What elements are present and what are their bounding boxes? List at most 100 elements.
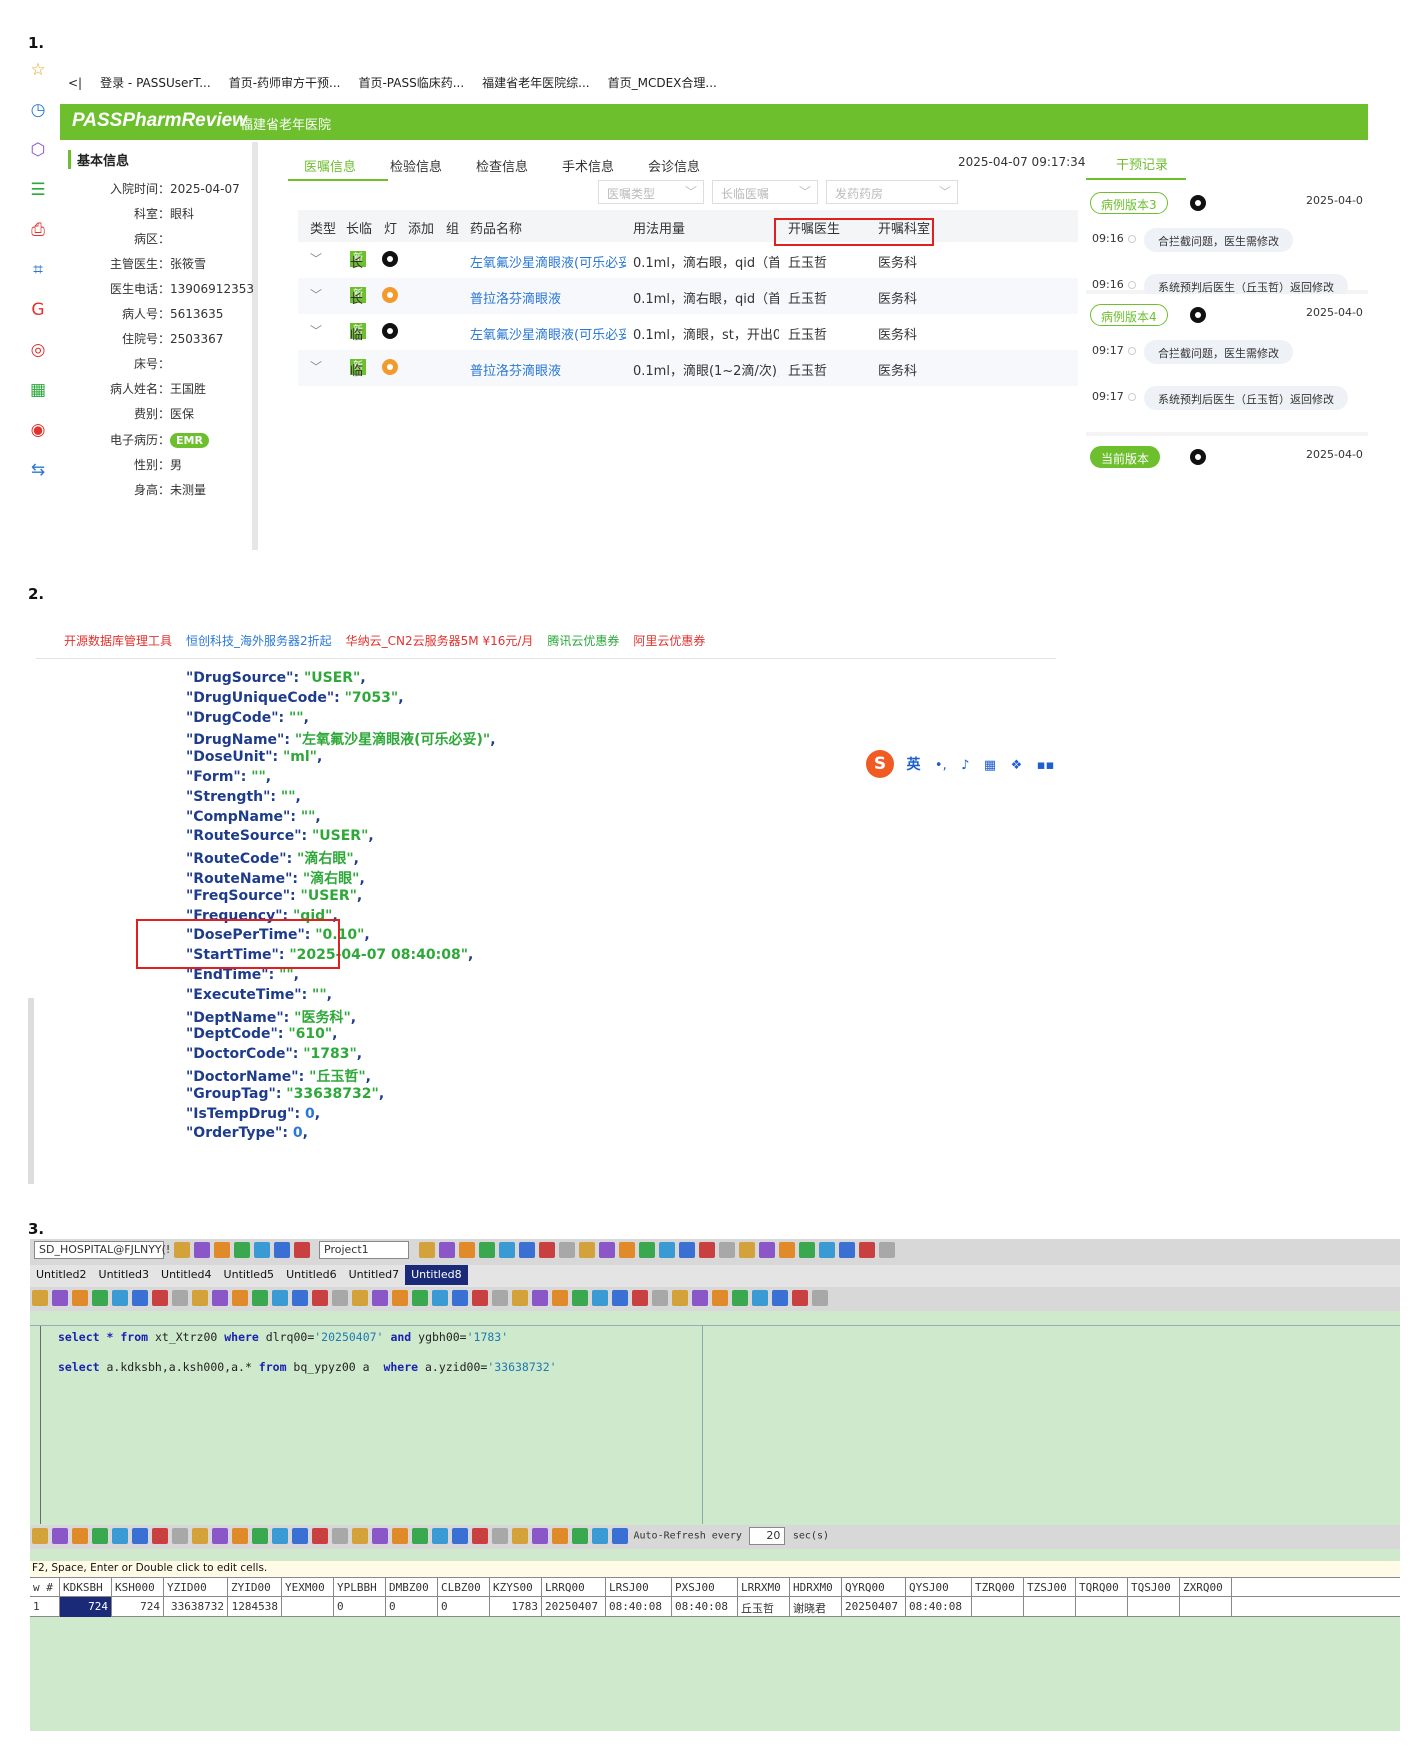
toolbar-button-icon[interactable]	[332, 1290, 348, 1306]
grid-column-header[interactable]: YZID00	[164, 1578, 228, 1598]
toolbar-button-icon[interactable]	[92, 1290, 108, 1306]
doc-tab[interactable]: Untitled4	[155, 1265, 218, 1285]
chevron-down-icon[interactable]: ﹀	[310, 286, 322, 303]
toolbar-button-icon[interactable]	[512, 1528, 528, 1544]
grid-cell[interactable]: 1284538	[228, 1597, 282, 1617]
bookmark-item[interactable]: 首页-药师审方干预...	[229, 76, 341, 90]
toolbar-button-icon[interactable]	[32, 1290, 48, 1306]
toolbar-button-icon[interactable]	[598, 1242, 615, 1258]
grid-column-header[interactable]: KZYS00	[490, 1578, 542, 1598]
microphone-icon[interactable]: ♪	[961, 758, 969, 773]
project-select[interactable]: Project1	[319, 1241, 409, 1259]
toolbar-button-icon[interactable]	[592, 1528, 608, 1544]
toolbar-button-icon[interactable]	[638, 1242, 655, 1258]
ad-link[interactable]: 华纳云_CN2云服务器5M ¥16元/月	[346, 634, 534, 648]
grid-column-header[interactable]: QYSJ00	[906, 1578, 972, 1598]
tab-0[interactable]: 医嘱信息	[304, 156, 356, 175]
toolbar-button-icon[interactable]	[752, 1290, 768, 1306]
order-row[interactable]: ﹀ 新临左氧氟沙星滴眼液(可乐必妥 0.1ml，滴眼，st，开出0... 丘玉哲 医务科	[298, 314, 1078, 350]
grid-cell[interactable]: 08:40:08	[672, 1597, 738, 1617]
toolbar-button-icon[interactable]	[352, 1290, 368, 1306]
record-icon[interactable]: ◎	[28, 340, 48, 360]
grid-column-header[interactable]: YPLBBH	[334, 1578, 386, 1598]
grid-cell[interactable]: 08:40:08	[906, 1597, 972, 1617]
toolbar-button-icon[interactable]	[232, 1528, 248, 1544]
grid-cell[interactable]: 724	[112, 1597, 164, 1617]
toolbar-button-icon[interactable]	[612, 1290, 628, 1306]
doc-tab[interactable]: Untitled6	[280, 1265, 343, 1285]
translate-icon[interactable]: ⇆	[28, 460, 48, 480]
drug-name-link[interactable]: 左氧氟沙星滴眼液(可乐必妥	[470, 324, 626, 343]
toolbar-button-icon[interactable]	[558, 1242, 575, 1258]
toolbar-button-icon[interactable]	[438, 1242, 455, 1258]
toolbar-button-icon[interactable]	[192, 1290, 208, 1306]
history-icon[interactable]: ◷	[28, 100, 48, 120]
grid-column-header[interactable]: YEXM00	[282, 1578, 334, 1598]
toolbar-button-icon[interactable]	[273, 1242, 290, 1258]
toolbar-button-icon[interactable]	[232, 1290, 248, 1306]
toolbar-button-icon[interactable]	[572, 1528, 588, 1544]
version-badge[interactable]: 病例版本4	[1090, 304, 1168, 326]
toolbar-button-icon[interactable]	[173, 1242, 190, 1258]
pdf-icon[interactable]: ⎙	[28, 220, 48, 240]
grid-cell[interactable]	[972, 1597, 1024, 1617]
auto-refresh-interval[interactable]: 20	[749, 1527, 786, 1545]
toolbar-button-icon[interactable]	[252, 1290, 268, 1306]
connection-select[interactable]: SD_HOSPITAL@FJLNYY(!	[34, 1241, 170, 1259]
toolbar-button-icon[interactable]	[293, 1242, 310, 1258]
toolbar-button-icon[interactable]	[492, 1528, 508, 1544]
grid-cell[interactable]: 0	[334, 1597, 386, 1617]
toolbar-button-icon[interactable]	[312, 1290, 328, 1306]
toolbar-button-icon[interactable]	[818, 1242, 835, 1258]
toolbar-button-icon[interactable]	[552, 1528, 568, 1544]
doc-tab[interactable]: Untitled5	[218, 1265, 281, 1285]
toolbar-button-icon[interactable]	[538, 1242, 555, 1258]
toolbar-button-icon[interactable]	[372, 1528, 388, 1544]
star-icon[interactable]: ☆	[28, 60, 48, 80]
toolbar-button-icon[interactable]	[172, 1290, 188, 1306]
toolbar-button-icon[interactable]	[492, 1290, 508, 1306]
toolbar-button-icon[interactable]	[652, 1290, 668, 1306]
toolbar-button-icon[interactable]	[152, 1528, 168, 1544]
toolbar-button-icon[interactable]	[132, 1290, 148, 1306]
toolbar-button-icon[interactable]	[233, 1242, 250, 1258]
toolbar-button-icon[interactable]	[292, 1290, 308, 1306]
grid-cell[interactable]: 0	[386, 1597, 438, 1617]
grid-cell[interactable]	[1076, 1597, 1128, 1617]
grid-column-header[interactable]: HDRXM0	[790, 1578, 842, 1598]
toolbar-button-icon[interactable]	[578, 1242, 595, 1258]
toolbar-button-icon[interactable]	[192, 1528, 208, 1544]
grid-column-header[interactable]: TQSJ00	[1128, 1578, 1180, 1598]
grid-column-header[interactable]: LRRXM0	[738, 1578, 790, 1598]
toolbar-button-icon[interactable]	[32, 1528, 48, 1544]
grid-column-header[interactable]: ZYID00	[228, 1578, 282, 1598]
toolbar-button-icon[interactable]	[778, 1242, 795, 1258]
toolbar-button-icon[interactable]	[112, 1528, 128, 1544]
toolbar-button-icon[interactable]	[572, 1290, 588, 1306]
toolbar-button-icon[interactable]	[412, 1528, 428, 1544]
ad-link[interactable]: 阿里云优惠券	[633, 634, 705, 648]
grid-column-header[interactable]: KSH000	[112, 1578, 164, 1598]
toolbar-button-icon[interactable]	[552, 1290, 568, 1306]
toolbar-button-icon[interactable]	[352, 1528, 368, 1544]
toolbar-button-icon[interactable]	[592, 1290, 608, 1306]
tab-4[interactable]: 会诊信息	[648, 156, 700, 175]
grid-cell[interactable]: 20250407	[542, 1597, 606, 1617]
chevron-down-icon[interactable]: ﹀	[310, 250, 322, 267]
toolbar-button-icon[interactable]	[132, 1528, 148, 1544]
toolbar-button-icon[interactable]	[532, 1290, 548, 1306]
toolbar-button-icon[interactable]	[272, 1290, 288, 1306]
tab-2[interactable]: 检查信息	[476, 156, 528, 175]
toolbar-button-icon[interactable]	[272, 1528, 288, 1544]
toolbar-button-icon[interactable]	[172, 1528, 188, 1544]
ad-link[interactable]: 恒创科技_海外服务器2折起	[186, 634, 332, 648]
toolbar-button-icon[interactable]	[672, 1290, 688, 1306]
grid-column-header[interactable]: TZRQ00	[972, 1578, 1024, 1598]
grid-cell[interactable]: 丘玉哲	[738, 1597, 790, 1617]
grid-cell[interactable]: 谢晓君	[790, 1597, 842, 1617]
ime-toolbar[interactable]: S 英 •, ♪ ▦ ❖ ▪▪	[866, 750, 1055, 778]
grid-cell[interactable]: 08:40:08	[606, 1597, 672, 1617]
toolbar-button-icon[interactable]	[698, 1242, 715, 1258]
toolbar-button-icon[interactable]	[738, 1242, 755, 1258]
doc-tab[interactable]: Untitled7	[343, 1265, 406, 1285]
